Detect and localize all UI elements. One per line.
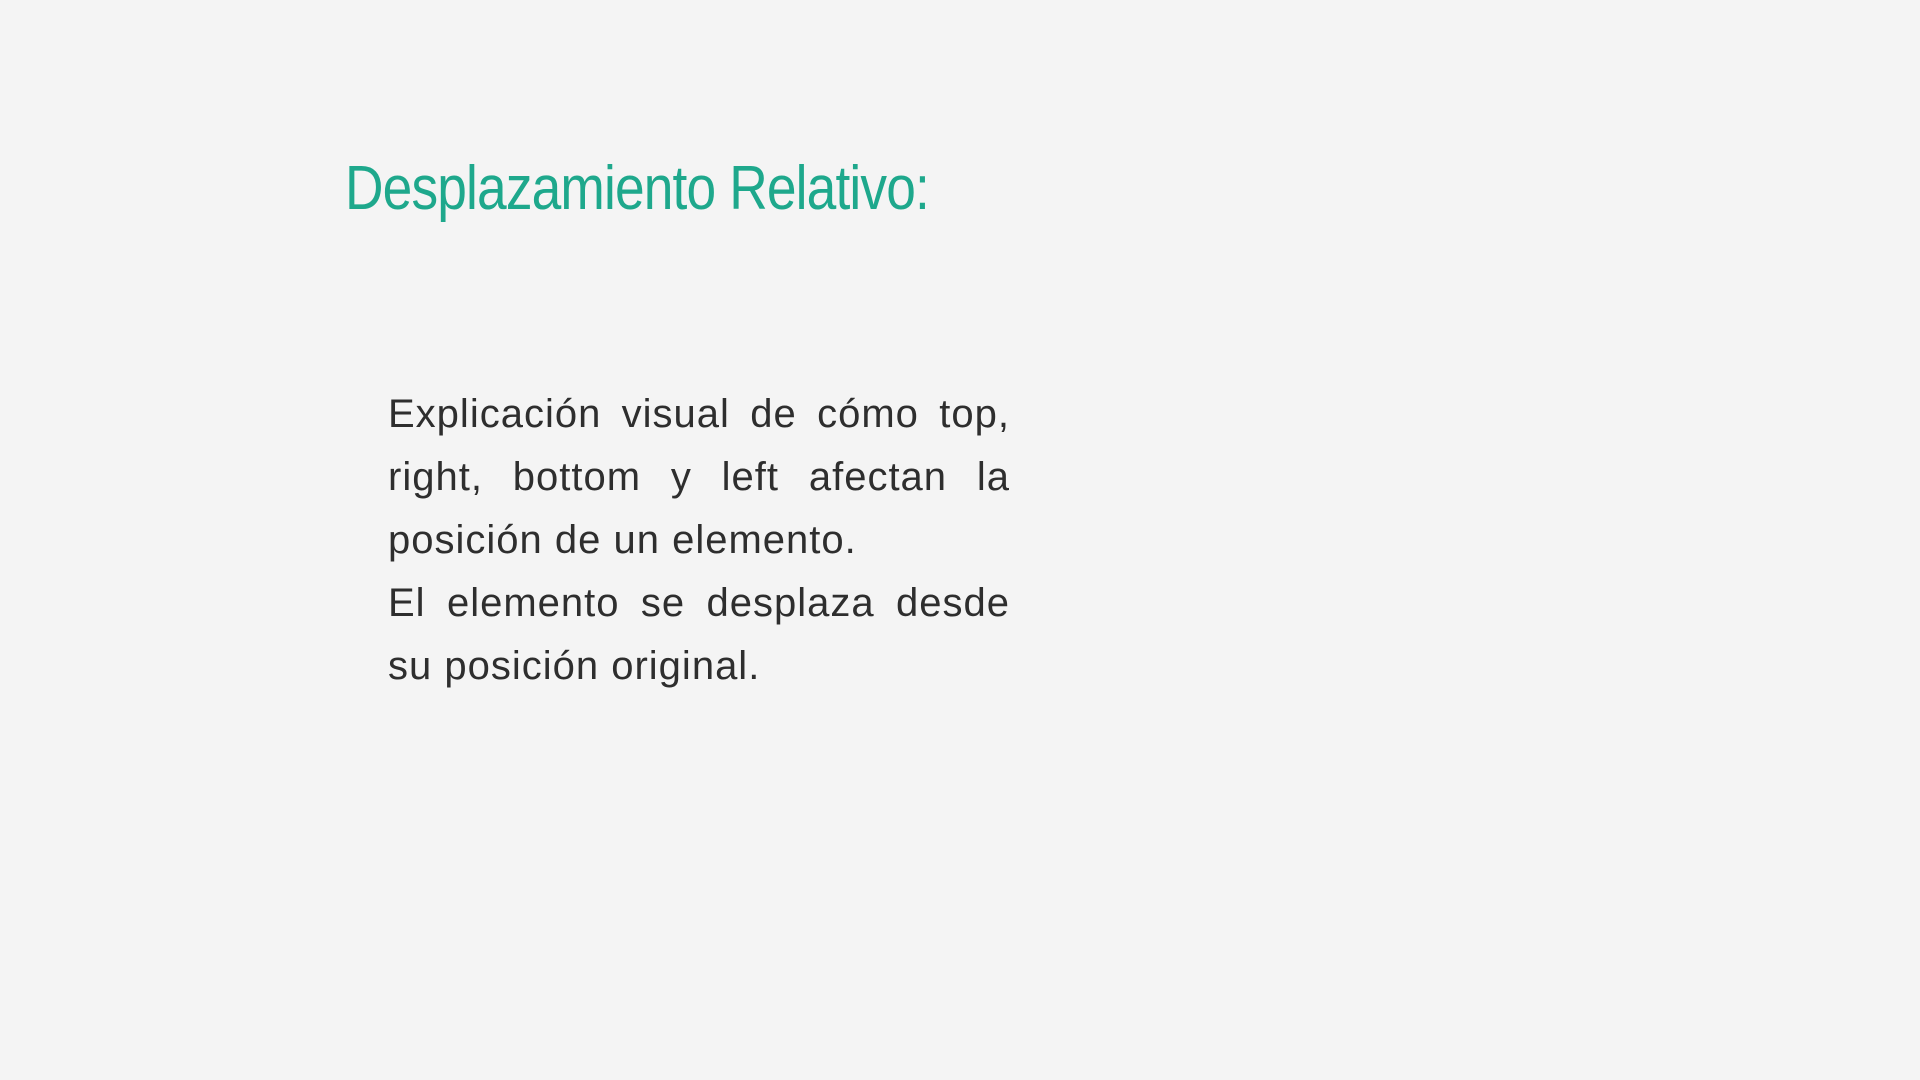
slide-body: Explicación visual de cómo top, right, b… <box>388 383 1010 698</box>
slide-title: Desplazamiento Relativo: <box>345 154 930 223</box>
body-paragraph: El elemento se desplaza desde su posició… <box>388 581 1010 688</box>
slide: Desplazamiento Relativo: Explicación vis… <box>0 0 1920 1080</box>
body-paragraph: Explicación visual de cómo top, right, b… <box>388 392 1010 562</box>
